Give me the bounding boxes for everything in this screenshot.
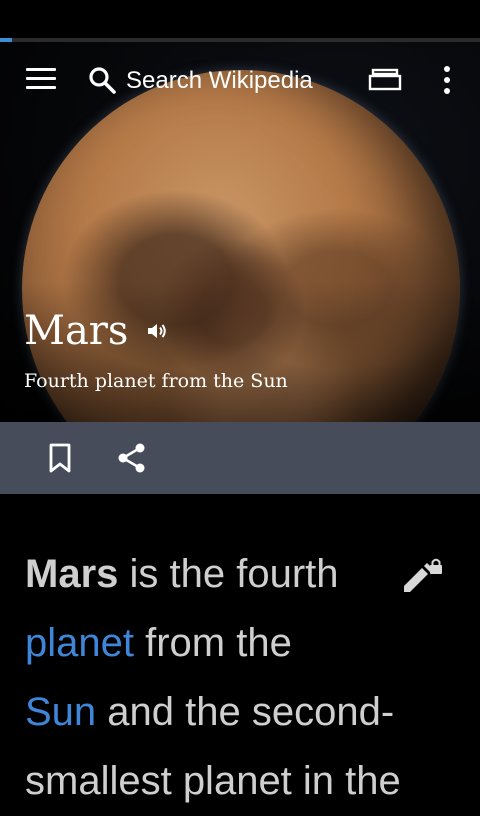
article-title-block: Mars	[24, 308, 169, 354]
edit-locked-icon[interactable]	[402, 556, 444, 594]
menu-icon[interactable]	[26, 68, 56, 90]
body-line: smallest planet in the	[25, 759, 401, 803]
status-bar	[0, 0, 480, 38]
article-body: Mars is the fourth planet from the Sun a…	[25, 540, 465, 816]
body-line: Mars is the fourth	[25, 552, 339, 596]
article-title: Mars	[24, 308, 129, 354]
share-icon[interactable]	[116, 442, 148, 474]
bookmark-icon[interactable]	[46, 442, 74, 474]
search-wikipedia-input[interactable]: Search Wikipedia	[126, 66, 313, 96]
article-action-bar	[0, 422, 480, 494]
link-planet[interactable]: planet	[25, 621, 134, 665]
body-line: Sun and the second-	[25, 690, 395, 734]
search-icon[interactable]	[88, 66, 116, 94]
link-sun[interactable]: Sun	[25, 690, 96, 734]
speaker-icon[interactable]	[145, 319, 169, 343]
tabs-icon[interactable]	[368, 68, 402, 92]
bold-term: Mars	[25, 552, 119, 596]
overflow-menu-icon[interactable]	[442, 66, 452, 96]
article-description: Fourth planet from the Sun	[24, 370, 288, 392]
body-line: planet from the	[25, 621, 292, 665]
toolbar: Search Wikipedia	[0, 42, 480, 118]
